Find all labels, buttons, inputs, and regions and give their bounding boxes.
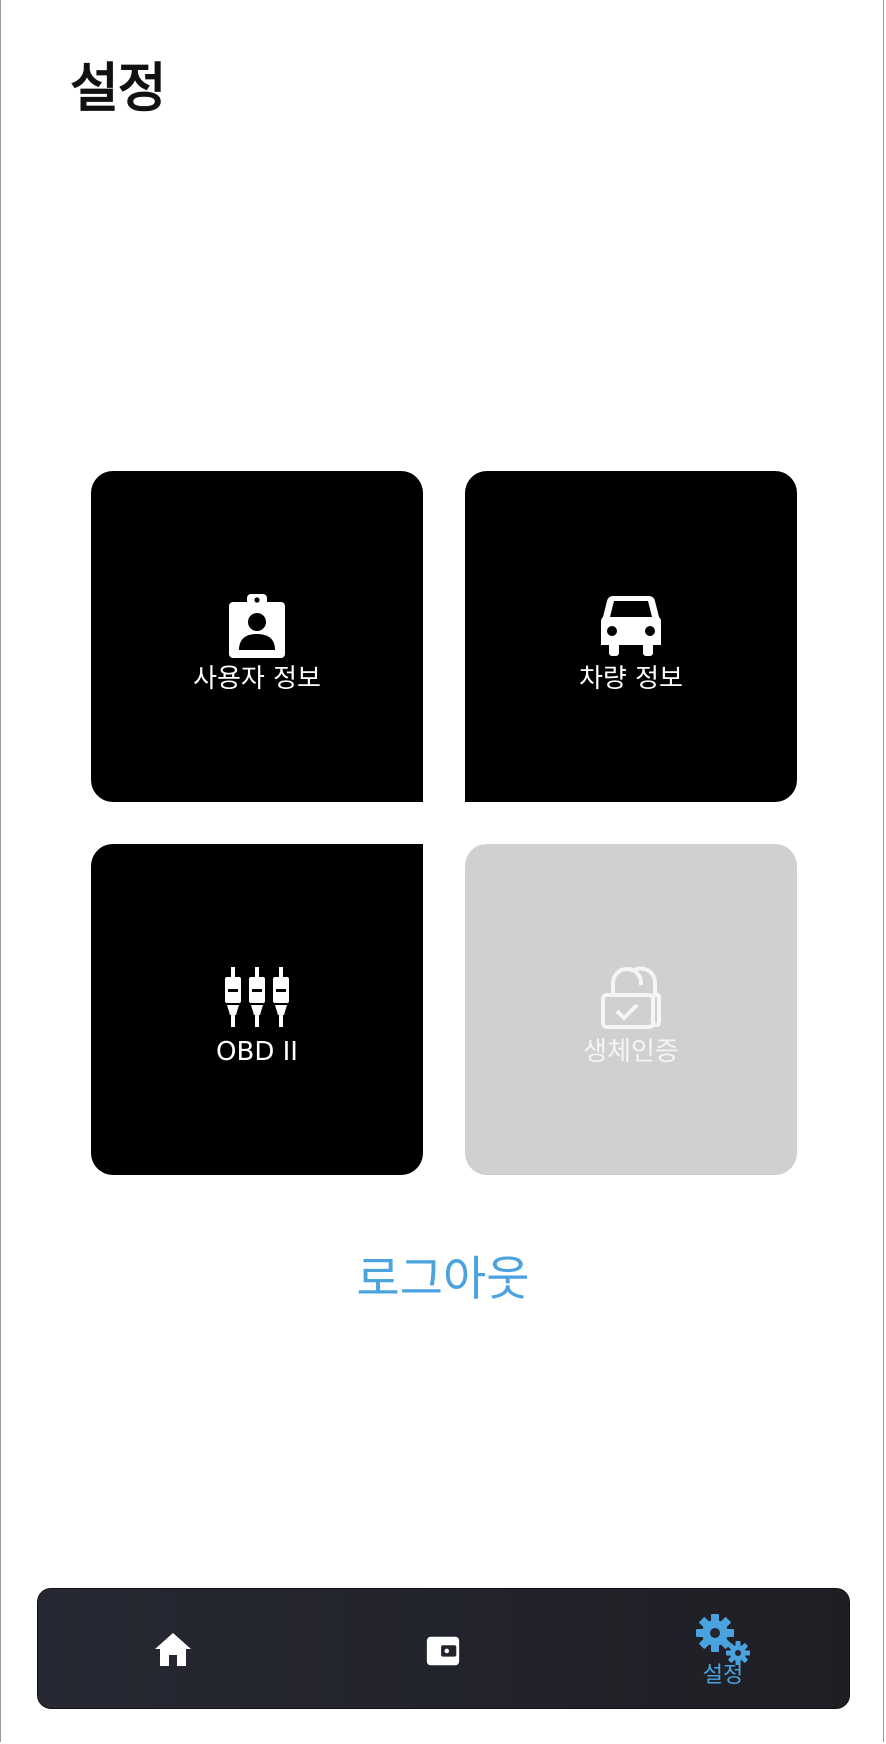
obd-connector-icon <box>225 966 289 1027</box>
nav-wallet[interactable] <box>398 1589 488 1710</box>
gears-icon <box>696 1613 750 1665</box>
obd-label: OBD II <box>216 1036 298 1067</box>
id-badge-icon <box>229 593 285 658</box>
nav-settings[interactable]: 설정 <box>668 1589 778 1710</box>
car-icon <box>601 595 661 656</box>
biometric-label: 생체인증 <box>583 1036 679 1067</box>
page-title: 설정 <box>70 58 167 119</box>
obd-tile[interactable]: OBD II <box>91 844 423 1175</box>
vehicle-info-label: 차량 정보 <box>579 663 683 694</box>
lock-check-icon <box>601 966 661 1029</box>
home-icon <box>155 1632 191 1666</box>
logout-button[interactable]: 로그아웃 <box>0 1240 886 1309</box>
wallet-icon <box>426 1636 460 1665</box>
biometric-tile[interactable]: 생체인증 <box>465 844 797 1175</box>
user-info-label: 사용자 정보 <box>193 663 321 694</box>
nav-settings-label: 설정 <box>702 1662 744 1688</box>
bottom-nav: 설정 <box>37 1588 850 1709</box>
vehicle-info-tile[interactable]: 차량 정보 <box>465 471 797 802</box>
user-info-tile[interactable]: 사용자 정보 <box>91 471 423 802</box>
nav-home[interactable] <box>128 1589 218 1710</box>
